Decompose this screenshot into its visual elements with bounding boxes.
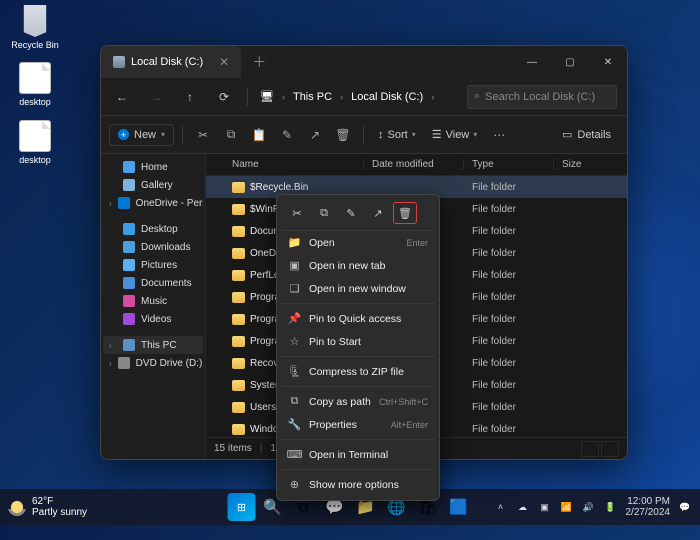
ctx-pin-start[interactable]: ☆Pin to Start	[281, 330, 435, 353]
more-icon: ⊕	[288, 478, 301, 491]
nav-pane: Home Gallery ›OneDrive - Perso Desktop D…	[101, 154, 206, 459]
ctx-open[interactable]: 📁OpenEnter	[281, 231, 435, 254]
desktop-file-2[interactable]: desktop	[10, 120, 60, 165]
start-button[interactable]: ⊞	[228, 493, 256, 521]
details-pane-button[interactable]: ▭Details	[554, 124, 619, 145]
nav-pictures[interactable]: Pictures	[103, 256, 203, 274]
titlebar: Local Disk (C:) ✕ ＋ — ▢ ✕	[101, 46, 627, 78]
nav-toolbar: ← → ↑ ⟳ 🖥› This PC› Local Disk (C:)› ⌕ S…	[101, 78, 627, 116]
taskbar-weather[interactable]: 62°FPartly sunny	[8, 496, 87, 518]
label: Recycle Bin	[10, 40, 60, 50]
plus-icon: +	[118, 129, 129, 140]
ctx-pin-quick-access[interactable]: 📌Pin to Quick access	[281, 307, 435, 330]
delete-icon[interactable]: 🗑	[331, 123, 355, 147]
tray-wifi-icon[interactable]: 📶	[560, 500, 574, 514]
refresh-button[interactable]: ⟳	[213, 86, 235, 108]
tray-onedrive-icon[interactable]: ☁	[516, 500, 530, 514]
breadcrumb[interactable]: 🖥› This PC› Local Disk (C:)›	[260, 90, 455, 103]
forward-button[interactable]: →	[145, 86, 167, 108]
system-tray[interactable]: ˄ ☁ ▣ 📶 🔊 🔋 12:00 PM2/27/2024 💬	[494, 496, 693, 518]
ctx-open-terminal[interactable]: ⌨Open in Terminal	[281, 443, 435, 466]
ctx-copy-icon[interactable]: ⧉	[312, 202, 336, 224]
nav-downloads[interactable]: Downloads	[103, 238, 203, 256]
nav-home[interactable]: Home	[103, 158, 203, 176]
tray-notifications-icon[interactable]: 💬	[678, 500, 692, 514]
tray-app-icon[interactable]: ▣	[538, 500, 552, 514]
star-icon: ☆	[288, 335, 301, 348]
ctx-delete-icon[interactable]: 🗑	[393, 202, 417, 224]
window-icon: ❏	[288, 282, 301, 295]
view-list-icon[interactable]	[581, 441, 599, 457]
ctx-copy-path[interactable]: ⧉Copy as pathCtrl+Shift+C	[281, 390, 435, 413]
view-details-icon[interactable]	[601, 441, 619, 457]
ctx-rename-icon[interactable]: ✎	[339, 202, 363, 224]
search-input[interactable]: ⌕ Search Local Disk (C:)	[467, 85, 617, 109]
tab-active[interactable]: Local Disk (C:) ✕	[101, 46, 242, 78]
ctx-show-more[interactable]: ⊕Show more options	[281, 473, 435, 496]
desktop-file-1[interactable]: desktop	[10, 62, 60, 107]
tray-volume-icon[interactable]: 🔊	[582, 500, 596, 514]
minimize-button[interactable]: —	[513, 46, 551, 78]
ctx-compress-zip[interactable]: 🗜Compress to ZIP file	[281, 360, 435, 383]
maximize-button[interactable]: ▢	[551, 46, 589, 78]
nav-documents[interactable]: Documents	[103, 274, 203, 292]
up-button[interactable]: ↑	[179, 86, 201, 108]
ctx-open-new-window[interactable]: ❏Open in new window	[281, 277, 435, 300]
sort-button[interactable]: ↕Sort▾	[372, 129, 422, 141]
paste-icon[interactable]: 📋	[247, 123, 271, 147]
ctx-share-icon[interactable]: ↗	[366, 202, 390, 224]
label: desktop	[10, 155, 60, 165]
tray-battery-icon[interactable]: 🔋	[604, 500, 618, 514]
new-button[interactable]: + New ▾	[109, 124, 174, 146]
tab-icon: ▣	[288, 259, 301, 272]
command-bar: + New ▾ ✂ ⧉ 📋 ✎ ↗ 🗑 ↕Sort▾ ☰View▾ ⋯ ▭Det…	[101, 116, 627, 154]
column-headers[interactable]: Name Date modified Type Size	[206, 154, 627, 176]
drive-icon	[113, 56, 125, 68]
share-icon[interactable]: ↗	[303, 123, 327, 147]
path-icon: ⧉	[288, 395, 301, 408]
label: desktop	[10, 97, 60, 107]
folder-icon: 📁	[288, 236, 301, 249]
taskbar-app[interactable]: 🟦	[445, 493, 473, 521]
tab-title: Local Disk (C:)	[131, 56, 203, 68]
nav-music[interactable]: Music	[103, 292, 203, 310]
back-button[interactable]: ←	[111, 86, 133, 108]
pin-icon: 📌	[288, 312, 301, 325]
desktop-recycle-bin[interactable]: Recycle Bin	[10, 5, 60, 50]
tray-chevron-icon[interactable]: ˄	[494, 500, 508, 514]
terminal-icon: ⌨	[288, 448, 301, 461]
ctx-open-new-tab[interactable]: ▣Open in new tab	[281, 254, 435, 277]
context-menu: ✂ ⧉ ✎ ↗ 🗑 📁OpenEnter ▣Open in new tab ❏O…	[276, 194, 440, 501]
rename-icon[interactable]: ✎	[275, 123, 299, 147]
search-icon: ⌕	[474, 90, 480, 103]
weather-icon	[8, 498, 26, 516]
tab-close-icon[interactable]: ✕	[219, 55, 229, 69]
zip-icon: 🗜	[288, 365, 301, 378]
ctx-cut-icon[interactable]: ✂	[285, 202, 309, 224]
nav-onedrive[interactable]: ›OneDrive - Perso	[103, 194, 203, 212]
nav-videos[interactable]: Videos	[103, 310, 203, 328]
taskbar-clock[interactable]: 12:00 PM2/27/2024	[626, 496, 671, 518]
new-tab-button[interactable]: ＋	[252, 52, 266, 72]
nav-desktop[interactable]: Desktop	[103, 220, 203, 238]
copy-icon[interactable]: ⧉	[219, 123, 243, 147]
close-button[interactable]: ✕	[589, 46, 627, 78]
nav-dvd[interactable]: ›DVD Drive (D:) (	[103, 354, 203, 372]
ctx-properties[interactable]: 🔧PropertiesAlt+Enter	[281, 413, 435, 436]
more-icon[interactable]: ⋯	[487, 123, 511, 147]
nav-gallery[interactable]: Gallery	[103, 176, 203, 194]
wrench-icon: 🔧	[288, 418, 301, 431]
chevron-down-icon: ▾	[161, 130, 165, 139]
pc-icon: 🖥	[260, 90, 274, 103]
view-button[interactable]: ☰View▾	[426, 128, 484, 141]
cut-icon[interactable]: ✂	[191, 123, 215, 147]
nav-thispc[interactable]: ›This PC	[103, 336, 203, 354]
